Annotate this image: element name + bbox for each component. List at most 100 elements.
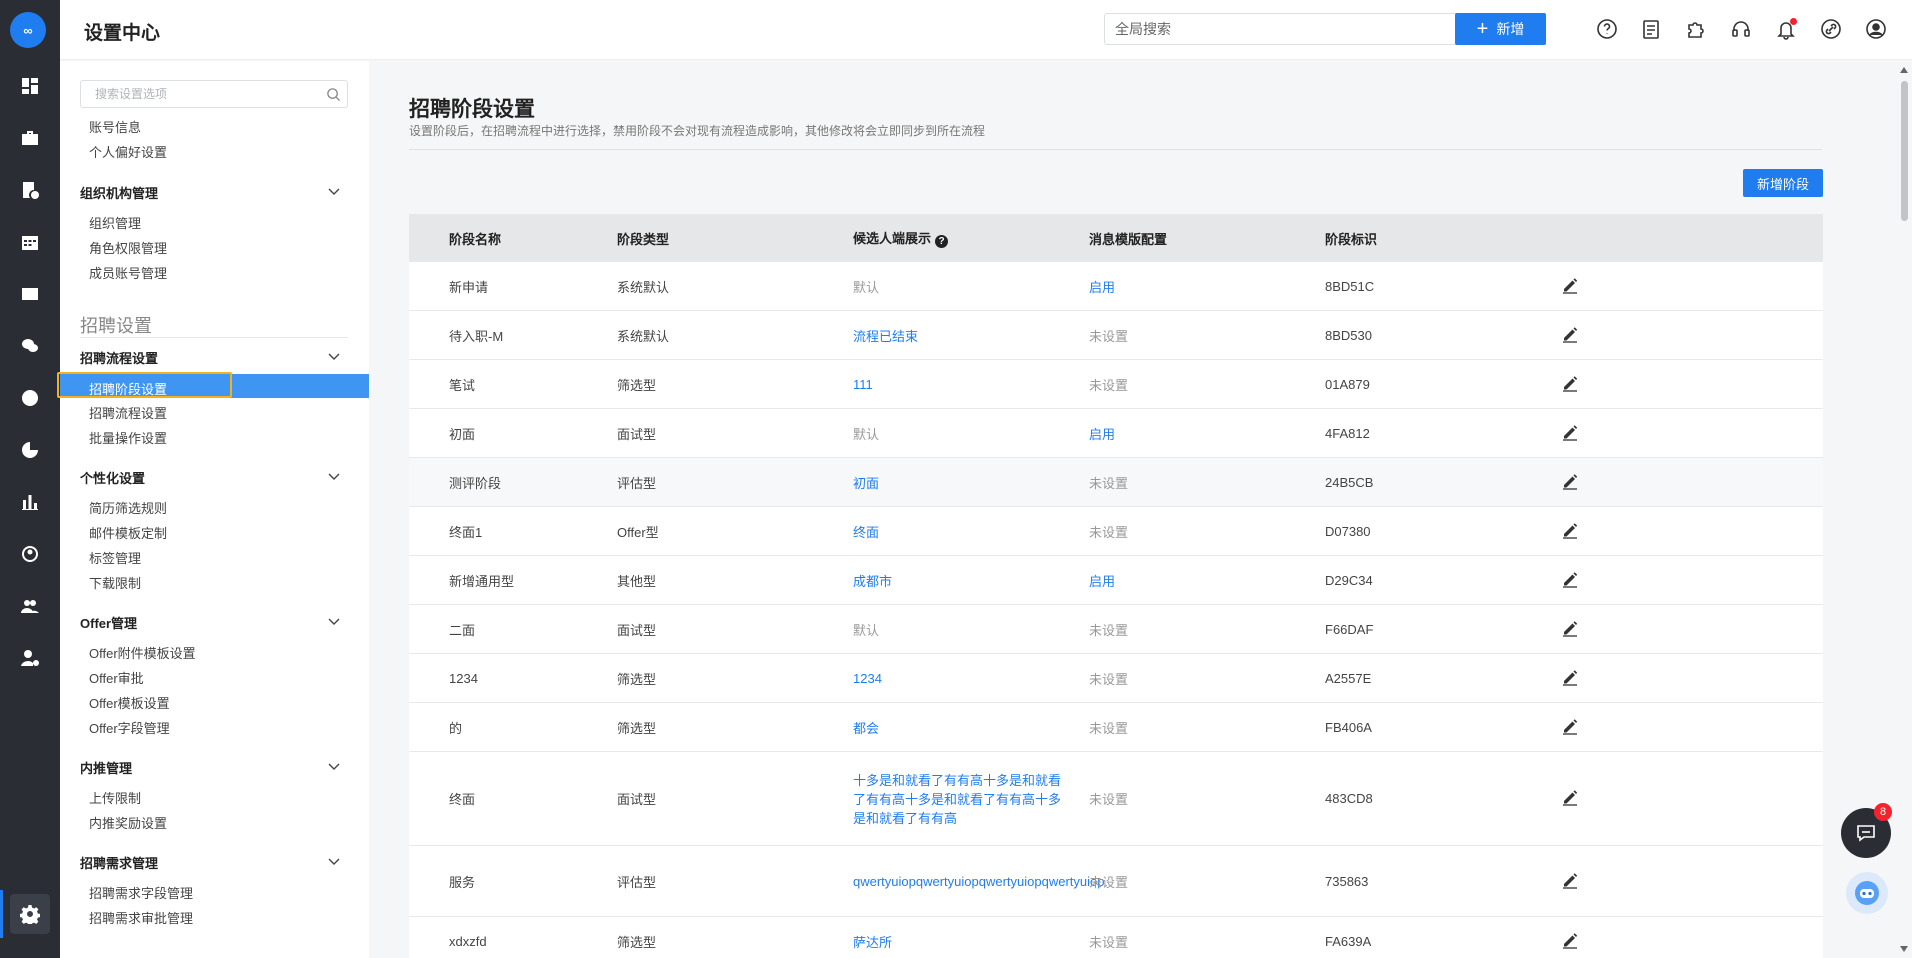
cell-message-template: 未设置 [1089,671,1129,687]
settings-gear-icon[interactable] [10,894,50,934]
sidebar-group-personalize[interactable]: 个性化设置 [80,468,145,487]
scrollbar-thumb[interactable] [1901,81,1908,221]
support-headset-icon[interactable] [1730,18,1752,40]
cell-message-template[interactable]: 启用 [1089,277,1325,296]
document-check-icon[interactable] [18,178,42,202]
edit-pencil-icon[interactable] [1561,423,1579,441]
assistant-bot-button[interactable] [1846,872,1888,914]
table-row: 初面 面试型 默认 启用 4FA812 [409,409,1823,458]
cell-candidate-display[interactable]: 十多是和就看了有有高十多是和就看了有有高十多是和就看了有有高十多是和就看了有有高 [853,770,1089,827]
user-settings-icon[interactable] [18,646,42,670]
user-avatar-icon[interactable] [1865,18,1887,40]
dashboard-icon[interactable] [18,74,42,98]
cell-candidate-display: 默认 [853,279,880,295]
chevron-down-icon[interactable] [328,473,340,481]
sidebar-item-demand-fields[interactable]: 招聘需求字段管理 [89,883,193,902]
cell-message-template[interactable]: 启用 [1089,571,1325,590]
notification-bell-icon[interactable] [1775,18,1797,40]
cell-candidate-display[interactable]: 流程已结束 [853,326,1089,345]
cell-candidate-display[interactable]: 111 [853,377,1089,392]
sidebar-item-offer-fields[interactable]: Offer字段管理 [89,718,170,737]
settings-search-input[interactable] [81,81,311,107]
table-row: 1234 筛选型 1234 未设置 A2557E [409,654,1823,703]
chevron-down-icon[interactable] [328,763,340,771]
chevron-down-icon[interactable] [328,618,340,626]
edit-pencil-icon[interactable] [1561,717,1579,735]
edit-pencil-icon[interactable] [1561,619,1579,637]
sidebar-item-batch-settings[interactable]: 批量操作设置 [89,428,167,447]
sidebar-item-account-info[interactable]: 账号信息 [89,117,141,136]
cell-stage-type: 其他型 [617,573,657,589]
chevron-down-icon[interactable] [328,188,340,196]
global-add-button[interactable]: + 新增 [1455,13,1546,45]
edit-pencil-icon[interactable] [1561,931,1579,949]
user-circle-icon[interactable] [18,542,42,566]
edit-pencil-icon[interactable] [1561,871,1579,889]
question-help-icon[interactable]: ? [935,235,949,248]
link-icon[interactable] [1820,18,1842,40]
cell-candidate-display[interactable]: 终面 [853,522,1089,541]
sidebar-item-member-account[interactable]: 成员账号管理 [89,263,167,282]
left-rail: ∞ [0,0,60,958]
chevron-down-icon[interactable] [328,858,340,866]
document-list-icon[interactable] [1640,18,1662,40]
cell-candidate-display[interactable]: 萨达所 [853,932,1089,951]
sidebar-group-demand[interactable]: 招聘需求管理 [80,853,158,872]
sidebar-item-preferences[interactable]: 个人偏好设置 [89,142,167,161]
thumbs-up-icon[interactable] [18,386,42,410]
sidebar-item-demand-approval[interactable]: 招聘需求审批管理 [89,908,193,927]
edit-pencil-icon[interactable] [1561,276,1579,294]
sidebar-item-resume-filter[interactable]: 简历筛选规则 [89,498,167,517]
wechat-icon[interactable] [18,334,42,358]
new-stage-button[interactable]: 新增阶段 [1743,169,1823,197]
edit-pencil-icon[interactable] [1561,521,1579,539]
edit-pencil-icon[interactable] [1561,668,1579,686]
vertical-scrollbar[interactable] [1897,61,1912,958]
cell-message-template[interactable]: 启用 [1089,424,1325,443]
cell-candidate-display[interactable]: qwertyuiopqwertyuiopqwertyuiopqwertyuiop [853,874,1104,889]
sidebar-item-offer-attachment[interactable]: Offer附件模板设置 [89,643,196,662]
sidebar-group-org[interactable]: 组织机构管理 [80,183,158,202]
team-icon[interactable] [18,594,42,618]
sidebar-item-upload-limit[interactable]: 上传限制 [89,788,141,807]
cell-candidate-display[interactable]: 初面 [853,473,1089,492]
cell-candidate-display[interactable]: 成都市 [853,571,1089,590]
edit-pencil-icon[interactable] [1561,472,1579,490]
sidebar-group-referral[interactable]: 内推管理 [80,758,132,777]
cell-candidate-display[interactable]: 都会 [853,718,1089,737]
global-search-input[interactable] [1105,14,1445,44]
sidebar-item-mail-template[interactable]: 邮件模板定制 [89,523,167,542]
sidebar-item-tag-manage[interactable]: 标签管理 [89,548,141,567]
sidebar-group-offer[interactable]: Offer管理 [80,613,137,632]
calendar-icon[interactable] [18,230,42,254]
help-icon[interactable] [1596,18,1618,40]
sidebar-item-referral-reward[interactable]: 内推奖励设置 [89,813,167,832]
chevron-down-icon[interactable] [328,353,340,361]
cell-actions [1561,423,1823,444]
pie-chart-icon[interactable] [18,438,42,462]
sidebar-item-offer-approval[interactable]: Offer审批 [89,668,144,687]
briefcase-icon[interactable] [18,126,42,150]
table-row: 新申请 系统默认 默认 启用 8BD51C [409,262,1823,311]
settings-search[interactable] [80,80,348,108]
sidebar-item-download-limit[interactable]: 下载限制 [89,573,141,592]
global-search[interactable] [1104,13,1490,45]
puzzle-plugin-icon[interactable] [1685,18,1707,40]
cell-candidate-display[interactable]: 1234 [853,671,1089,686]
scroll-down-arrow[interactable] [1900,946,1908,952]
edit-pencil-icon[interactable] [1561,374,1579,392]
edit-pencil-icon[interactable] [1561,788,1579,806]
app-logo[interactable]: ∞ [10,12,46,48]
sidebar-item-role-perm[interactable]: 角色权限管理 [89,238,167,257]
sidebar-item-flow-settings[interactable]: 招聘流程设置 [89,403,167,422]
sidebar-item-offer-template[interactable]: Offer模板设置 [89,693,170,712]
sidebar-item-org-manage[interactable]: 组织管理 [89,213,141,232]
bar-chart-icon[interactable] [18,490,42,514]
id-card-icon[interactable] [18,282,42,306]
cell-stage-id: 8BD51C [1325,278,1375,294]
edit-pencil-icon[interactable] [1561,570,1579,588]
sidebar-group-recruit-flow[interactable]: 招聘流程设置 [80,348,158,367]
search-icon[interactable] [326,87,341,102]
edit-pencil-icon[interactable] [1561,325,1579,343]
scroll-up-arrow[interactable] [1900,67,1908,73]
